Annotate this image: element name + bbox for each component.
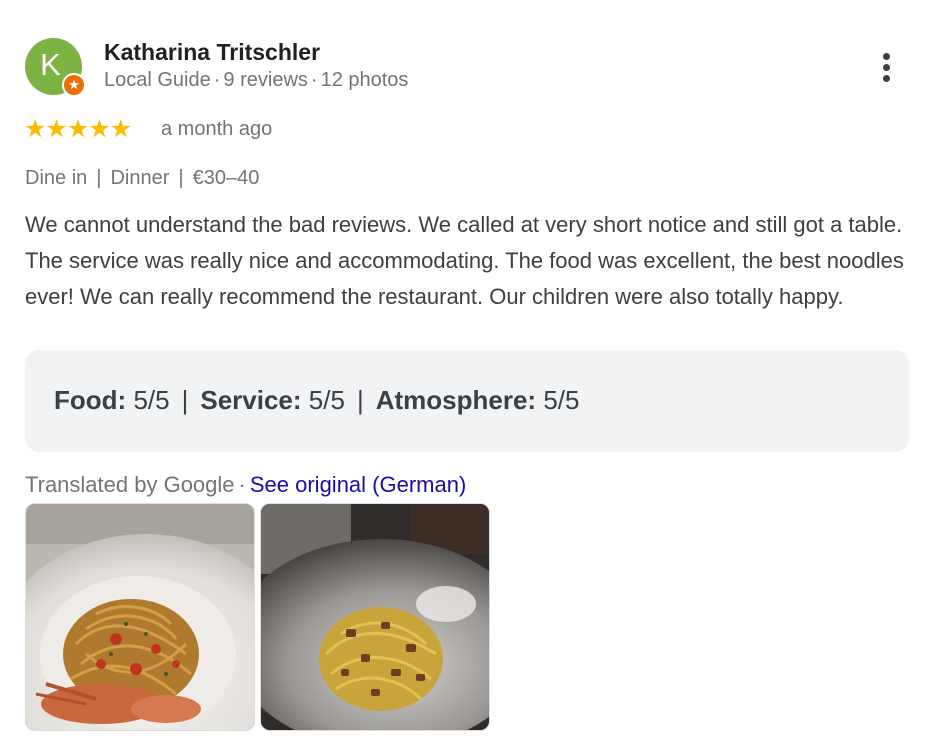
local-guide-star-icon: ★ xyxy=(62,73,86,97)
food-label: Food xyxy=(54,385,118,415)
translation-line: Translated by Google · See original (Germa… xyxy=(25,472,466,498)
avatar-letter: K xyxy=(40,47,61,82)
pasta-carbonara-photo xyxy=(261,504,489,730)
reviewer-name[interactable]: Katharina Tritschler xyxy=(104,39,320,66)
meta-separator: · xyxy=(213,69,221,91)
photo-count: 12 photos xyxy=(320,69,409,91)
review-tags: Dine in | Dinner | €30–40 xyxy=(25,167,259,190)
sub-ratings-panel: Food: 5/5 | Service: 5/5 | Atmosphere: 5/5 xyxy=(25,350,909,452)
atmosphere-value: 5/5 xyxy=(543,385,580,415)
food-value: 5/5 xyxy=(133,385,170,415)
meta-separator: · xyxy=(310,69,318,91)
review-photo-1[interactable] xyxy=(25,503,255,731)
avatar[interactable]: K ★ xyxy=(25,38,86,97)
star-rating: ★★★★★ xyxy=(24,114,132,143)
tag-meal: Dinner xyxy=(110,167,170,189)
service-value: 5/5 xyxy=(308,385,345,415)
review-photo-2[interactable] xyxy=(260,503,490,731)
review-count: 9 reviews xyxy=(223,69,308,91)
atmosphere-label: Atmosphere xyxy=(375,385,528,415)
tag-separator: | xyxy=(178,167,184,189)
more-vert-icon[interactable] xyxy=(872,50,902,84)
review-text: We cannot understand the bad reviews. We… xyxy=(25,212,904,309)
tag-dine-in: Dine in xyxy=(25,167,88,189)
tag-price: €30–40 xyxy=(192,167,260,189)
service-label: Service xyxy=(200,385,293,415)
see-original-link[interactable]: See original (German) xyxy=(250,472,466,497)
translation-separator: · xyxy=(238,472,246,497)
translated-by-label: Translated by Google xyxy=(25,472,235,497)
pasta-langoustine-photo xyxy=(26,504,254,730)
tag-separator: | xyxy=(96,167,102,189)
sub-ratings: Food: 5/5 | Service: 5/5 | Atmosphere: 5/5 xyxy=(54,385,580,415)
review-date: a month ago xyxy=(161,118,273,140)
local-guide-label: Local Guide xyxy=(104,69,211,91)
reviewer-meta: Local Guide · 9 reviews · 12 photos xyxy=(104,69,408,92)
